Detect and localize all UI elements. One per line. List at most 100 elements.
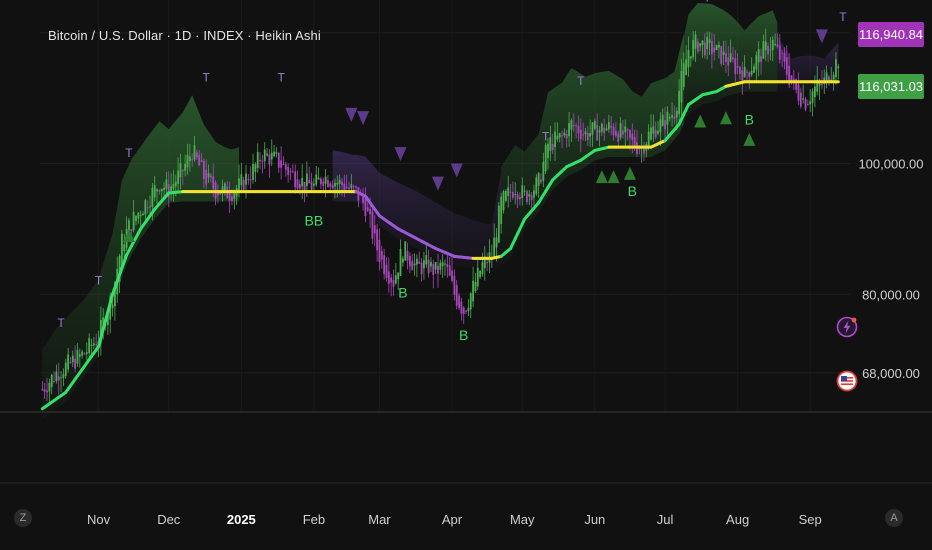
candle-body <box>806 104 809 106</box>
candle-body <box>764 41 767 50</box>
chart-canvas[interactable]: TTTTTTTTTTBBBBBB100,000.0080,000.0068,00… <box>0 0 932 550</box>
top-signal-label: T <box>704 0 712 4</box>
candle-body <box>139 214 142 216</box>
candle-body <box>813 86 816 98</box>
candle-body <box>142 213 144 216</box>
candle-body <box>523 190 526 192</box>
axis-zoom-button[interactable]: Z <box>14 509 32 527</box>
candle-body <box>50 374 53 388</box>
candle-body <box>753 66 755 73</box>
bottom-signal-label: B <box>745 111 754 127</box>
us-flag-icon[interactable] <box>836 370 858 392</box>
candle-body <box>500 196 503 225</box>
candle-body <box>427 259 430 274</box>
candle-body <box>460 301 463 314</box>
candle-body <box>205 169 208 185</box>
candle-body <box>181 170 184 172</box>
top-signal-label: T <box>277 71 285 85</box>
y-axis-tick-label: 80,000.00 <box>862 287 920 302</box>
candle-body <box>540 179 542 183</box>
candle-body <box>329 183 332 187</box>
candle-body <box>526 191 528 202</box>
candle-body <box>373 225 376 234</box>
candle-body <box>530 195 533 201</box>
lightning-icon[interactable] <box>836 316 858 338</box>
candle-body <box>92 343 95 346</box>
candle-body <box>837 66 840 69</box>
bottom-signal-label: B <box>398 285 407 301</box>
candle-body <box>804 98 807 110</box>
auto-scale-button[interactable]: A <box>885 509 903 527</box>
candle-body <box>69 361 72 363</box>
top-signal-label: T <box>203 71 211 85</box>
candle-body <box>509 191 512 193</box>
candle-body <box>708 39 711 43</box>
candle-body <box>675 110 678 118</box>
candle-body <box>305 173 308 187</box>
candle-body <box>78 354 81 357</box>
candle-body <box>238 178 240 193</box>
candle-body <box>345 187 348 189</box>
candle-body <box>320 178 322 185</box>
candle-body <box>593 120 596 129</box>
candle-body <box>310 181 313 190</box>
candle-body <box>785 57 788 75</box>
candle-body <box>423 260 425 269</box>
candle-body <box>263 149 266 162</box>
candle-body <box>212 176 215 189</box>
candle-body <box>739 66 741 74</box>
candle-body <box>666 111 669 125</box>
candle-body <box>755 55 758 70</box>
candle-body <box>111 304 114 309</box>
candle-body <box>55 371 58 382</box>
candle-body <box>619 123 622 138</box>
x-axis-tick-label: Sep <box>799 512 822 527</box>
candle-body <box>591 122 594 135</box>
candle-body <box>434 261 437 270</box>
candle-body <box>682 63 685 87</box>
candle-body <box>600 123 603 132</box>
candle-body <box>757 49 760 63</box>
candle-body <box>736 66 739 68</box>
candle-body <box>200 160 203 162</box>
candle-body <box>376 229 379 251</box>
candle-body <box>629 129 631 138</box>
candle-body <box>783 53 786 62</box>
x-axis-tick-label: Dec <box>157 512 181 527</box>
candle-body <box>322 181 325 186</box>
candle-body <box>378 239 381 262</box>
candle-body <box>722 51 725 56</box>
candle-body <box>687 49 690 68</box>
candle-body <box>521 185 524 199</box>
y-axis-tick-label: 68,000.00 <box>862 366 920 381</box>
candle-body <box>146 207 149 209</box>
candle-body <box>579 129 582 140</box>
candle-body <box>338 179 341 184</box>
candle-body <box>650 127 652 140</box>
candle-body <box>294 171 297 188</box>
candle-body <box>188 156 191 162</box>
candle-body <box>586 132 589 141</box>
candle-body <box>748 72 751 77</box>
candle-body <box>291 171 294 173</box>
candle-body <box>809 101 812 105</box>
x-axis-tick-label: Mar <box>368 512 391 527</box>
candle-body <box>497 205 500 243</box>
candle-body <box>825 72 828 81</box>
candle-body <box>404 241 407 261</box>
candle-body <box>219 192 222 195</box>
candle-body <box>617 133 620 142</box>
candle-body <box>643 147 645 154</box>
candle-body <box>399 248 402 276</box>
candle-body <box>432 264 435 276</box>
candle-body <box>647 131 650 148</box>
top-signal-label: T <box>577 74 585 88</box>
candle-body <box>495 237 498 248</box>
candle-body <box>727 57 730 66</box>
candle-body <box>603 127 606 134</box>
candle-body <box>364 198 367 217</box>
candle-body <box>95 344 98 346</box>
x-axis-tick-label: 2025 <box>227 512 256 527</box>
candle-body <box>184 163 187 171</box>
candle-body <box>317 177 320 180</box>
